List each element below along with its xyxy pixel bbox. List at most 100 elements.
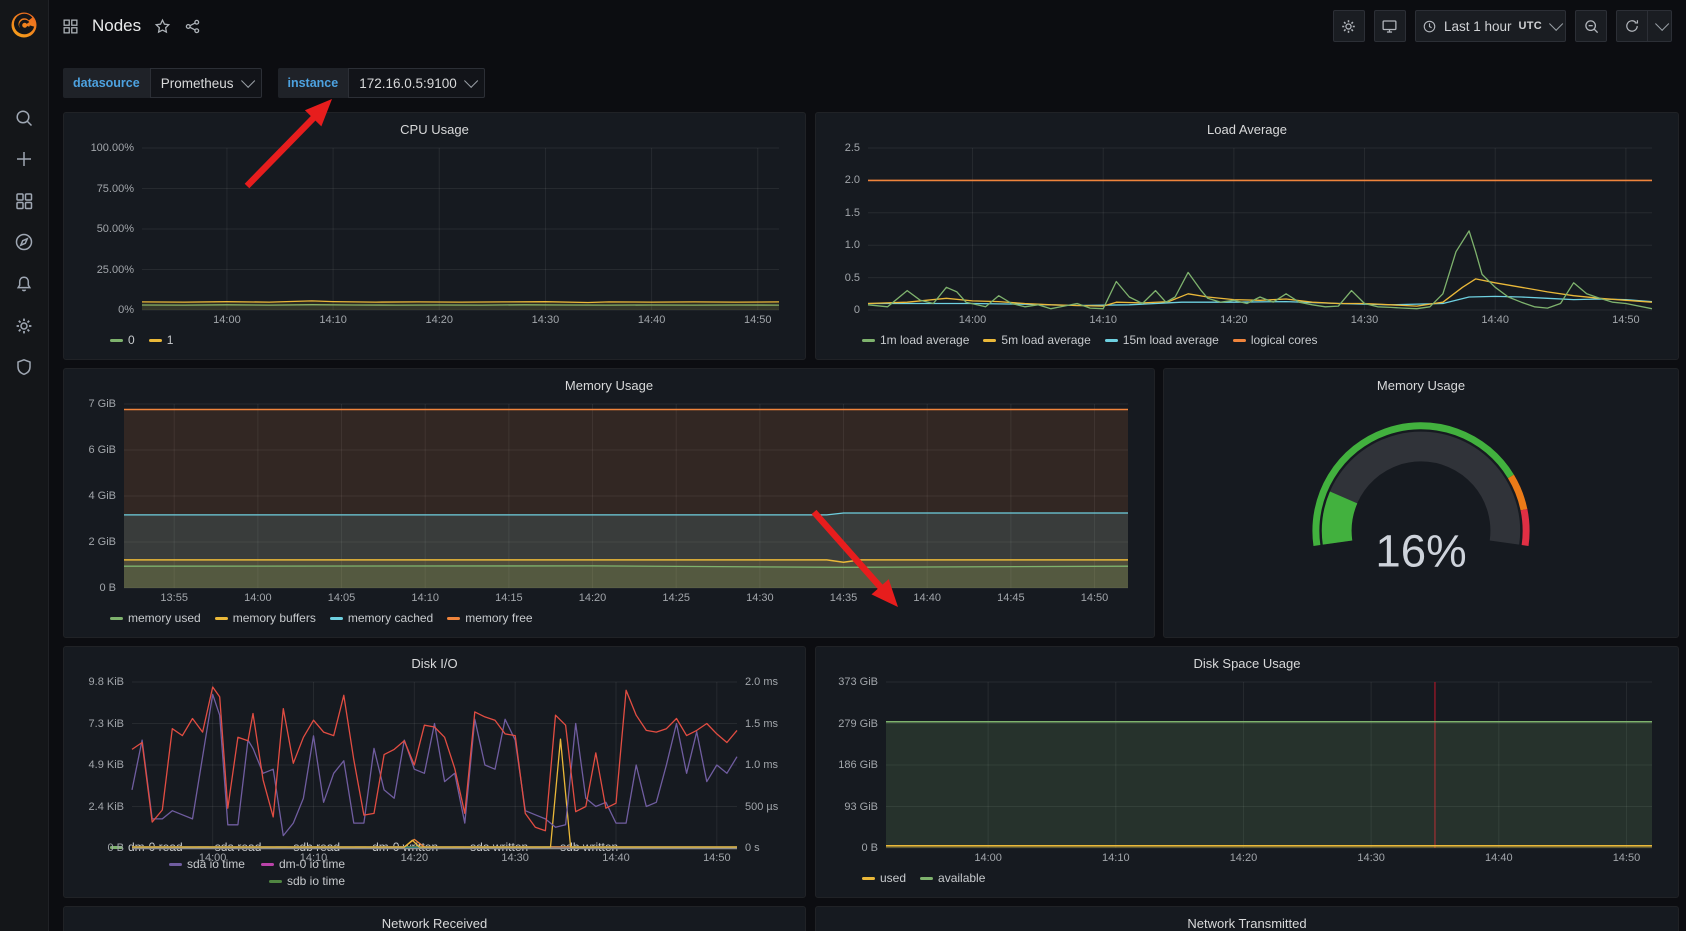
grafana-dashboard-screen: Nodes Last 1 hour UTC <box>0 0 1686 931</box>
legend-label: sdb io time <box>287 874 345 888</box>
legend-swatch <box>330 617 343 620</box>
legend-item[interactable]: 1m load average <box>862 333 969 347</box>
caret-down-icon <box>1655 17 1669 31</box>
grafana-logo[interactable] <box>0 0 48 50</box>
legend-item[interactable]: memory buffers <box>215 611 316 625</box>
legend-label: 5m load average <box>1001 333 1090 347</box>
caret-down-icon <box>1549 17 1563 31</box>
dashboard-variables: datasource Prometheus instance 172.16.0.… <box>63 68 485 98</box>
memory-legend: memory used memory buffers memory cached me… <box>110 611 547 628</box>
panel-title[interactable]: Disk Space Usage <box>828 653 1666 674</box>
panel-title[interactable]: Memory Usage <box>1176 375 1666 396</box>
panel-title[interactable]: CPU Usage <box>76 119 793 140</box>
disk-space-legend: used available <box>862 871 999 888</box>
legend-swatch <box>149 339 162 342</box>
dashboard-grid-icon[interactable] <box>62 18 79 35</box>
alerting-bell-icon[interactable] <box>0 266 48 302</box>
share-icon[interactable] <box>184 18 201 35</box>
legend-item[interactable]: memory free <box>447 611 532 625</box>
legend-swatch <box>983 339 996 342</box>
panel-title[interactable]: Load Average <box>828 119 1666 140</box>
legend-item[interactable]: 15m load average <box>1105 333 1219 347</box>
legend-item[interactable]: logical cores <box>1233 333 1318 347</box>
refresh-interval-dropdown[interactable] <box>1648 10 1672 42</box>
caret-down-icon <box>464 74 478 88</box>
clock-icon <box>1422 19 1437 34</box>
legend-label: memory free <box>465 611 532 625</box>
legend-item[interactable]: 0 <box>110 333 135 347</box>
legend-item[interactable]: used <box>862 871 906 885</box>
legend-swatch <box>447 617 460 620</box>
refresh-button[interactable] <box>1616 10 1648 42</box>
star-icon[interactable] <box>154 18 171 35</box>
datasource-value: Prometheus <box>161 76 234 91</box>
legend-label: 1m load average <box>880 333 969 347</box>
legend-label: 15m load average <box>1123 333 1219 347</box>
panel-title[interactable]: Network Received <box>76 913 793 931</box>
legend-item[interactable]: memory cached <box>330 611 433 625</box>
legend-label: memory buffers <box>233 611 316 625</box>
dashboards-icon[interactable] <box>0 183 48 219</box>
legend-label: memory used <box>128 611 201 625</box>
legend-swatch <box>110 339 123 342</box>
legend-swatch <box>862 339 875 342</box>
cpu-legend: 01 <box>110 333 187 350</box>
memory-chart-plot[interactable]: 0 B2 GiB4 GiB6 GiB7 GiB13:5514:0014:0514… <box>76 396 1142 609</box>
panel-memory-gauge: Memory Usage 16% <box>1163 368 1679 638</box>
legend-swatch <box>1233 339 1246 342</box>
variable-label: datasource <box>63 68 150 98</box>
legend-label: logical cores <box>1251 333 1318 347</box>
panel-disk-io: Disk I/O 0 B0 s2.4 KiB500 µs4.9 KiB1.0 m… <box>63 646 806 898</box>
legend-item[interactable]: available <box>920 871 985 885</box>
add-icon[interactable] <box>0 141 48 177</box>
panel-network-received: Network Received <box>63 906 806 931</box>
disk-io-chart-plot[interactable]: 0 B0 s2.4 KiB500 µs4.9 KiB1.0 ms7.3 KiB1… <box>76 674 793 838</box>
cycle-view-mode-button[interactable] <box>1374 10 1406 42</box>
caret-down-icon <box>241 74 255 88</box>
legend-swatch <box>862 877 875 880</box>
legend-label: 1 <box>167 333 174 347</box>
panel-title[interactable]: Memory Usage <box>76 375 1142 396</box>
panel-network-transmitted: Network Transmitted <box>815 906 1679 931</box>
legend-swatch <box>269 880 282 883</box>
disk-space-chart-plot[interactable]: 0 B93 GiB186 GiB279 GiB373 GiB14:0014:10… <box>828 674 1666 869</box>
panel-cpu-usage: CPU Usage 0%25.00%50.00%75.00%100.00%14:… <box>63 112 806 360</box>
panel-memory-usage: Memory Usage 0 B2 GiB4 GiB6 GiB7 GiB13:5… <box>63 368 1155 638</box>
variable-label: instance <box>278 68 349 98</box>
search-icon[interactable] <box>0 100 48 136</box>
instance-dropdown[interactable]: 172.16.0.5:9100 <box>348 68 485 98</box>
panel-disk-space-usage: Disk Space Usage 0 B93 GiB186 GiB279 GiB… <box>815 646 1679 898</box>
legend-item[interactable]: 1 <box>149 333 174 347</box>
panel-title[interactable]: Disk I/O <box>76 653 793 674</box>
legend-label: available <box>938 871 985 885</box>
configuration-gear-icon[interactable] <box>0 308 48 344</box>
memory-usage-gauge: 16% <box>1176 396 1666 634</box>
top-navbar: Nodes Last 1 hour UTC <box>48 0 1686 52</box>
load-chart-plot[interactable]: 00.51.01.52.02.514:0014:1014:2014:3014:4… <box>828 140 1666 331</box>
legend-item[interactable]: sdb io time <box>269 874 345 888</box>
legend-label: used <box>880 871 906 885</box>
gauge-value: 16% <box>1375 526 1466 577</box>
dashboard-settings-button[interactable] <box>1333 10 1365 42</box>
variable-datasource: datasource Prometheus <box>63 68 262 98</box>
dashboard-title[interactable]: Nodes <box>92 16 141 36</box>
zoom-out-time-button[interactable] <box>1575 10 1607 42</box>
explore-compass-icon[interactable] <box>0 224 48 260</box>
legend-label: memory cached <box>348 611 433 625</box>
cpu-chart-plot[interactable]: 0%25.00%50.00%75.00%100.00%14:0014:1014:… <box>76 140 793 331</box>
legend-item[interactable]: 5m load average <box>983 333 1090 347</box>
legend-swatch <box>215 617 228 620</box>
sidebar <box>0 0 49 931</box>
load-legend: 1m load average 5m load average 15m load a… <box>862 333 1332 350</box>
instance-value: 172.16.0.5:9100 <box>359 76 457 91</box>
time-range-picker[interactable]: Last 1 hour UTC <box>1415 10 1566 42</box>
legend-swatch <box>1105 339 1118 342</box>
datasource-dropdown[interactable]: Prometheus <box>150 68 262 98</box>
server-admin-shield-icon[interactable] <box>0 349 48 385</box>
panel-title[interactable]: Network Transmitted <box>828 913 1666 931</box>
legend-swatch <box>920 877 933 880</box>
legend-label: 0 <box>128 333 135 347</box>
legend-item[interactable]: memory used <box>110 611 201 625</box>
variable-instance: instance 172.16.0.5:9100 <box>278 68 485 98</box>
time-range-label: Last 1 hour <box>1444 19 1512 34</box>
